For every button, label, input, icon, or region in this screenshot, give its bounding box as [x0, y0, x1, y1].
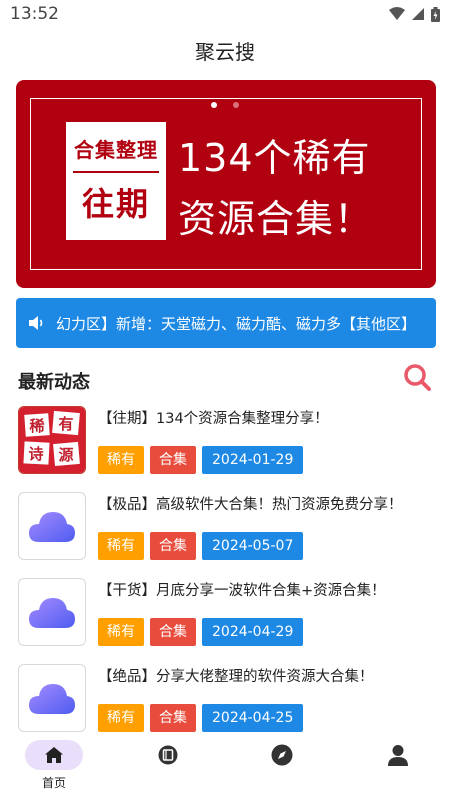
- cloud-icon: [18, 492, 86, 560]
- section-title: 最新动态: [18, 372, 90, 393]
- bottom-tab-bar: 首页: [0, 732, 450, 800]
- tag-collection: 合集: [150, 618, 196, 646]
- item-title: 【干货】月底分享一波软件合集+资源合集！: [98, 583, 386, 599]
- list-item[interactable]: 【极品】高级软件大合集！热门资源免费分享！ 稀有 合集 2024-05-07: [18, 490, 438, 562]
- item-title: 【极品】高级软件大合集！热门资源免费分享！: [98, 497, 403, 513]
- date-badge: 2024-05-07: [202, 532, 304, 560]
- wifi-icon: [389, 7, 405, 20]
- rare-resources-logo: 稀 有 诗 源: [18, 406, 86, 474]
- signal-icon: [412, 8, 424, 20]
- tag-collection: 合集: [150, 532, 196, 560]
- banner-badge-top: 合集整理: [74, 138, 158, 162]
- tag-rare: 稀有: [98, 618, 144, 646]
- banner-badge-divider: [73, 171, 159, 173]
- banner-headline-2: 资源合集！: [178, 197, 374, 241]
- item-title: 【绝品】分享大佬整理的软件资源大合集！: [98, 669, 374, 685]
- battery-icon: [431, 6, 440, 22]
- tab-home-label: 首页: [41, 776, 66, 790]
- notice-text: 幻力区】新增：天堂磁力、磁力酷、磁力多【其他区】: [56, 314, 417, 333]
- speaker-icon: [29, 316, 43, 330]
- tab-home-highlight: [25, 740, 83, 770]
- rare-resources-logo-art: 稀 有 诗 源: [19, 407, 85, 473]
- tag-rare: 稀有: [98, 532, 144, 560]
- status-icons: [389, 6, 440, 22]
- logo-char-4: 源: [58, 446, 73, 464]
- carousel-indicator: [0, 102, 450, 108]
- item-tags: 稀有 合集 2024-04-25: [98, 704, 304, 732]
- cloud-icon: [18, 664, 86, 732]
- logo-char-1: 稀: [29, 417, 44, 435]
- tag-rare: 稀有: [98, 704, 144, 732]
- carousel-dot: [233, 102, 239, 108]
- banner-badge-bottom: 往期: [81, 185, 150, 223]
- tag-collection: 合集: [150, 704, 196, 732]
- list-item[interactable]: 稀 有 诗 源 【往期】134个资源合集整理分享！ 稀有 合集 2024-01-…: [18, 404, 438, 476]
- tag-collection: 合集: [150, 446, 196, 474]
- book-icon: [158, 745, 178, 765]
- tab-home[interactable]: 首页: [14, 732, 94, 800]
- compass-icon: [271, 744, 293, 766]
- tab-profile[interactable]: [358, 732, 438, 800]
- cloud-icon: [18, 578, 86, 646]
- tag-rare: 稀有: [98, 446, 144, 474]
- item-tags: 稀有 合集 2024-04-29: [98, 618, 304, 646]
- tab-discover[interactable]: [242, 732, 322, 800]
- list-item[interactable]: 【干货】月底分享一波软件合集+资源合集！ 稀有 合集 2024-04-29: [18, 576, 438, 648]
- carousel-dot-active: [211, 102, 217, 108]
- user-icon: [388, 745, 408, 766]
- date-badge: 2024-04-25: [202, 704, 304, 732]
- status-bar: 13:52: [0, 0, 450, 28]
- date-badge: 2024-04-29: [202, 618, 304, 646]
- search-icon[interactable]: [402, 362, 432, 392]
- banner-badge: 合集整理 往期: [66, 122, 166, 240]
- item-title: 【往期】134个资源合集整理分享！: [98, 411, 329, 427]
- status-time: 13:52: [10, 4, 59, 24]
- banner-headline-1: 134个稀有: [178, 136, 371, 180]
- list-item[interactable]: 【绝品】分享大佬整理的软件资源大合集！ 稀有 合集 2024-04-25: [18, 662, 438, 734]
- home-icon: [45, 747, 63, 763]
- date-badge: 2024-01-29: [202, 446, 304, 474]
- notice-bar[interactable]: 幻力区】新增：天堂磁力、磁力酷、磁力多【其他区】: [16, 298, 436, 348]
- logo-char-3: 诗: [28, 445, 43, 463]
- item-tags: 稀有 合集 2024-05-07: [98, 532, 304, 560]
- item-tags: 稀有 合集 2024-01-29: [98, 446, 304, 474]
- app-title: 聚云搜: [195, 40, 255, 64]
- tab-library[interactable]: [128, 732, 208, 800]
- logo-char-2: 有: [58, 415, 73, 433]
